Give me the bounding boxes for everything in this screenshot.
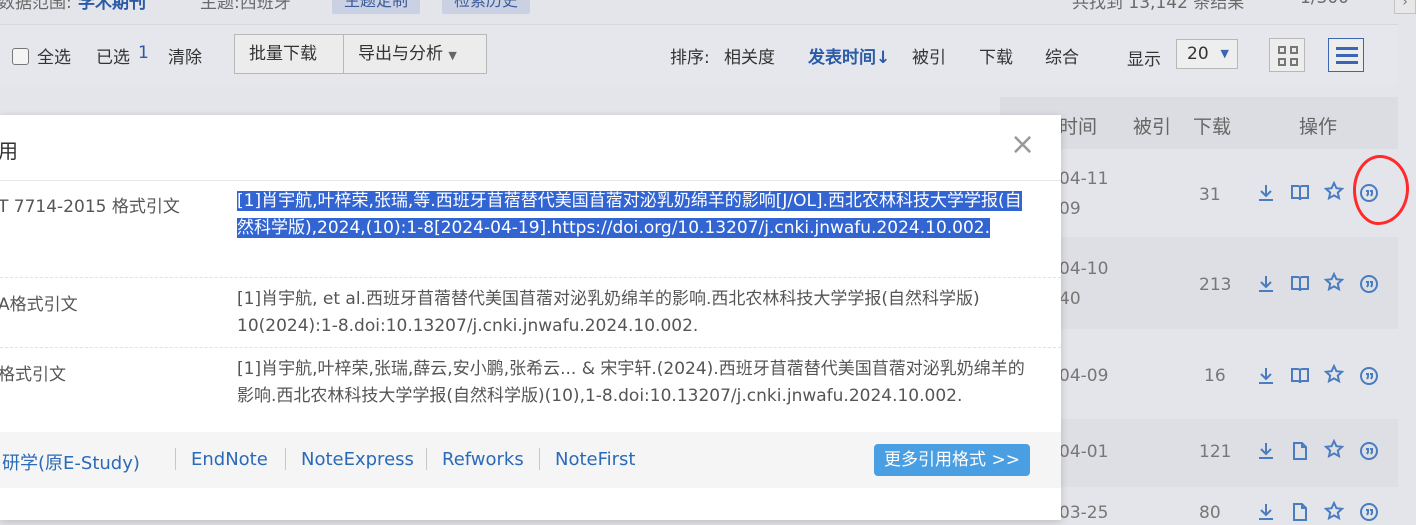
selected-label: 已选	[96, 48, 130, 68]
citation-text-mla[interactable]: [1]肖宇航, et al.西班牙苜蓿替代美国苜蓿对泌乳奶绵羊的影响.西北农林科…	[237, 286, 1027, 340]
sort-cited[interactable]: 被引	[912, 43, 946, 68]
cite-quote-icon[interactable]	[1359, 366, 1379, 386]
download-icon[interactable]	[1256, 366, 1276, 386]
sort-combined[interactable]: 综合	[1045, 43, 1079, 68]
separator	[539, 448, 540, 470]
ref-tool-endnote[interactable]: EndNote	[191, 449, 268, 470]
grid-view-button[interactable]	[1269, 38, 1305, 72]
citation-text-apa[interactable]: [1]肖宇航,叶梓荣,张瑞,薛云,安小鹏,张希云... & 宋宇轩.(2024)…	[237, 356, 1027, 410]
scope-label: 数据范围:	[0, 0, 72, 13]
html-document-icon[interactable]	[1290, 502, 1310, 522]
subject-label: 主题:西班牙	[200, 0, 291, 13]
read-book-icon[interactable]	[1290, 366, 1310, 386]
row-download-count: 80	[1199, 503, 1221, 523]
selected-count[interactable]: 1	[138, 43, 149, 63]
download-icon[interactable]	[1256, 274, 1276, 294]
favorite-star-icon[interactable]	[1323, 500, 1345, 521]
divider	[0, 180, 1061, 181]
row-download-count: 213	[1199, 275, 1232, 295]
checkbox-icon[interactable]	[12, 48, 29, 65]
reference-tools-bar: 研学(原E-Study) EndNote NoteExpress Refwork…	[0, 432, 1061, 488]
favorite-star-icon[interactable]	[1323, 363, 1345, 384]
dialog-title: 用	[0, 139, 18, 163]
divider	[0, 277, 1061, 278]
col-cited[interactable]: 被引	[1133, 112, 1171, 139]
read-book-icon[interactable]	[1290, 183, 1310, 203]
sort-download[interactable]: 下载	[979, 43, 1013, 68]
format-label-apa: 格式引文	[0, 365, 66, 385]
export-analysis-label: 导出与分析	[358, 44, 443, 64]
page-size-value: 20	[1187, 44, 1209, 64]
row-download-count: 16	[1204, 366, 1226, 386]
row-time: 40	[1059, 289, 1081, 309]
ref-tool-noteexpress[interactable]: NoteExpress	[301, 449, 414, 470]
row-download-count: 121	[1199, 442, 1232, 462]
separator	[175, 448, 176, 470]
more-citation-formats-button[interactable]: 更多引用格式 >>	[874, 444, 1030, 476]
download-icon[interactable]	[1256, 183, 1276, 203]
search-summary-bar: 数据范围: 学术期刊 主题:西班牙 主题定制 检索历史 共找到 13,142 条…	[0, 0, 1416, 16]
topic-subscribe-button[interactable]: 主题定制	[332, 0, 421, 14]
row-date: 04-09	[1059, 366, 1109, 386]
favorite-star-icon[interactable]	[1323, 438, 1345, 459]
close-icon[interactable]: ×	[1010, 130, 1035, 160]
scope-value[interactable]: 学术期刊	[78, 0, 146, 13]
batch-download-button[interactable]: 批量下载	[234, 34, 344, 74]
cite-quote-icon[interactable]	[1359, 502, 1379, 522]
clear-button[interactable]: 清除	[168, 43, 202, 68]
list-view-button[interactable]	[1328, 38, 1364, 72]
html-document-icon[interactable]	[1290, 441, 1310, 461]
col-operate: 操作	[1299, 116, 1338, 138]
select-all-checkbox[interactable]: 全选	[12, 43, 71, 68]
col-pubtime[interactable]: 时间	[1059, 112, 1097, 139]
download-icon[interactable]	[1256, 502, 1276, 522]
display-label: 显示	[1127, 50, 1161, 70]
grid-icon	[1278, 46, 1298, 66]
row-date: 04-01	[1059, 442, 1109, 462]
select-all-label: 全选	[37, 48, 71, 68]
selected-citation-text[interactable]: [1]肖宇航,叶梓荣,张瑞,等.西班牙苜蓿替代美国苜蓿对泌乳奶绵羊的影响[J/O…	[237, 191, 1022, 238]
row-date: 04-11	[1059, 169, 1109, 189]
sort-relevance[interactable]: 相关度	[724, 43, 775, 68]
separator	[285, 448, 286, 470]
page-indicator: 1/300	[1300, 0, 1349, 8]
separator	[426, 448, 427, 470]
chevron-down-icon: ▼	[448, 49, 457, 62]
format-label-mla: A格式引文	[0, 295, 78, 315]
ref-tool-refworks[interactable]: Refworks	[442, 449, 524, 470]
search-history-button[interactable]: 检索历史	[442, 0, 531, 14]
ref-tool-estudy[interactable]: 研学(原E-Study)	[2, 449, 140, 475]
ref-tool-notefirst[interactable]: NoteFirst	[555, 449, 636, 470]
row-time: 09	[1059, 199, 1081, 219]
sort-pubtime[interactable]: 发表时间↓	[808, 43, 890, 68]
sort-label: 排序:	[670, 48, 710, 68]
divider	[0, 347, 1061, 348]
export-analysis-button[interactable]: 导出与分析 ▼	[343, 34, 487, 74]
citation-dialog: 用 × T 7714-2015 格式引文 [1]肖宇航,叶梓荣,张瑞,等.西班牙…	[0, 115, 1061, 520]
cite-quote-icon[interactable]	[1359, 274, 1379, 294]
chevron-down-icon: ▼	[1220, 47, 1229, 60]
citation-text-gbt7714[interactable]: [1]肖宇航,叶梓荣,张瑞,等.西班牙苜蓿替代美国苜蓿对泌乳奶绵羊的影响[J/O…	[237, 188, 1027, 242]
annotation-circle	[1353, 155, 1409, 225]
row-date: 03-25	[1059, 503, 1109, 523]
cite-quote-icon[interactable]	[1359, 441, 1379, 461]
row-download-count: 31	[1199, 185, 1221, 205]
row-date: 04-10	[1059, 259, 1109, 279]
favorite-star-icon[interactable]	[1323, 180, 1345, 201]
favorite-star-icon[interactable]	[1323, 271, 1345, 292]
download-icon[interactable]	[1256, 441, 1276, 461]
read-book-icon[interactable]	[1290, 274, 1310, 294]
format-label-gbt7714: T 7714-2015 格式引文	[0, 197, 180, 217]
next-page-button[interactable]: ›	[1394, 0, 1416, 14]
col-download[interactable]: 下载	[1193, 112, 1231, 139]
result-count: 共找到 13,142 条结果	[1072, 0, 1245, 13]
result-toolbar: 全选 已选 1 清除 批量下载 导出与分析 ▼ 排序: 相关度 发表时间↓ 被引…	[0, 24, 1398, 84]
page-size-select[interactable]: 20 ▼	[1176, 39, 1238, 69]
